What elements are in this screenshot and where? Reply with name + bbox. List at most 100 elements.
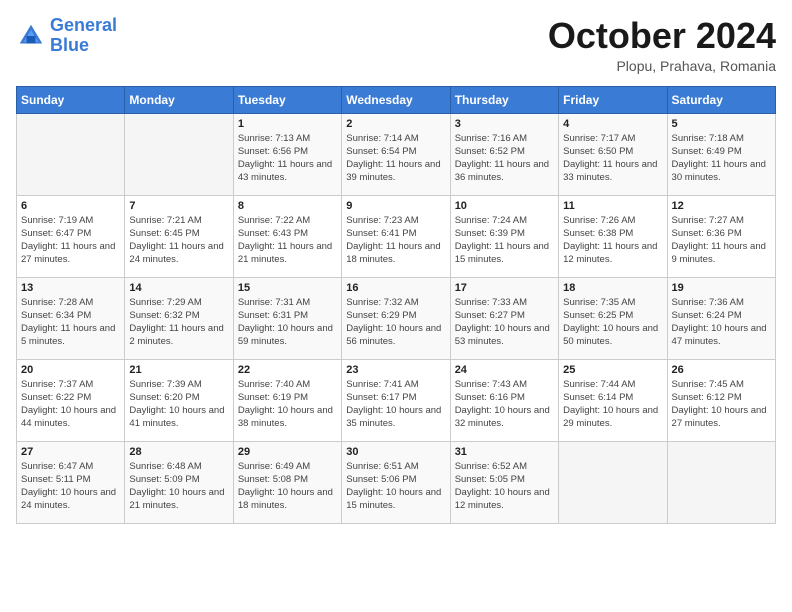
day-info: Sunrise: 7:44 AMSunset: 6:14 PMDaylight:… xyxy=(563,378,662,431)
calendar-cell: 11 Sunrise: 7:26 AMSunset: 6:38 PMDayligh… xyxy=(559,195,667,277)
day-number: 1 xyxy=(238,118,337,130)
day-info: Sunrise: 7:43 AMSunset: 6:16 PMDaylight:… xyxy=(455,378,554,431)
day-info: Sunrise: 7:31 AMSunset: 6:31 PMDaylight:… xyxy=(238,296,337,349)
calendar-week-1: 1 Sunrise: 7:13 AMSunset: 6:56 PMDaylight… xyxy=(17,113,776,195)
day-info: Sunrise: 7:29 AMSunset: 6:32 PMDaylight:… xyxy=(129,296,228,349)
day-number: 12 xyxy=(672,200,771,212)
day-number: 6 xyxy=(21,200,120,212)
calendar-cell: 18Sunrise: 7:35 AMSunset: 6:25 PMDayligh… xyxy=(559,277,667,359)
calendar-cell: 9 Sunrise: 7:23 AMSunset: 6:41 PMDaylight… xyxy=(342,195,450,277)
day-info: Sunrise: 7:26 AMSunset: 6:38 PMDaylight:… xyxy=(563,214,662,267)
day-info: Sunrise: 7:13 AMSunset: 6:56 PMDaylight:… xyxy=(238,132,337,185)
calendar-cell: 4Sunrise: 7:17 AMSunset: 6:50 PMDaylight… xyxy=(559,113,667,195)
calendar-cell: 2 Sunrise: 7:14 AMSunset: 6:54 PMDaylight… xyxy=(342,113,450,195)
calendar-cell: 26 Sunrise: 7:45 AMSunset: 6:12 PMDayligh… xyxy=(667,359,775,441)
day-info: Sunrise: 7:17 AMSunset: 6:50 PMDaylight:… xyxy=(563,132,662,185)
calendar-cell: 10 Sunrise: 7:24 AMSunset: 6:39 PMDayligh… xyxy=(450,195,558,277)
weekday-header-sunday: Sunday xyxy=(17,86,125,113)
day-info: Sunrise: 7:37 AMSunset: 6:22 PMDaylight:… xyxy=(21,378,120,431)
day-number: 17 xyxy=(455,282,554,294)
calendar-cell: 7 Sunrise: 7:21 AMSunset: 6:45 PMDaylight… xyxy=(125,195,233,277)
day-number: 28 xyxy=(129,446,228,458)
day-info: Sunrise: 7:40 AMSunset: 6:19 PMDaylight:… xyxy=(238,378,337,431)
calendar-cell: 14Sunrise: 7:29 AMSunset: 6:32 PMDayligh… xyxy=(125,277,233,359)
day-info: Sunrise: 7:14 AMSunset: 6:54 PMDaylight:… xyxy=(346,132,445,185)
day-number: 5 xyxy=(672,118,771,130)
calendar-cell: 29Sunrise: 6:49 AMSunset: 5:08 PMDayligh… xyxy=(233,441,341,523)
calendar-week-4: 20 Sunrise: 7:37 AMSunset: 6:22 PMDayligh… xyxy=(17,359,776,441)
day-number: 25 xyxy=(563,364,662,376)
day-number: 26 xyxy=(672,364,771,376)
calendar-cell: 8 Sunrise: 7:22 AMSunset: 6:43 PMDaylight… xyxy=(233,195,341,277)
page-header: General Blue October 2024 Plopu, Prahava… xyxy=(16,16,776,74)
day-number: 15 xyxy=(238,282,337,294)
day-number: 18 xyxy=(563,282,662,294)
calendar-cell: 22 Sunrise: 7:40 AMSunset: 6:19 PMDayligh… xyxy=(233,359,341,441)
day-number: 31 xyxy=(455,446,554,458)
day-number: 16 xyxy=(346,282,445,294)
day-number: 19 xyxy=(672,282,771,294)
weekday-header-thursday: Thursday xyxy=(450,86,558,113)
calendar-cell xyxy=(667,441,775,523)
calendar-cell: 27 Sunrise: 6:47 AMSunset: 5:11 PMDayligh… xyxy=(17,441,125,523)
calendar-week-5: 27 Sunrise: 6:47 AMSunset: 5:11 PMDayligh… xyxy=(17,441,776,523)
day-number: 29 xyxy=(238,446,337,458)
month-title: October 2024 xyxy=(548,16,776,56)
day-info: Sunrise: 6:51 AMSunset: 5:06 PMDaylight:… xyxy=(346,460,445,513)
day-info: Sunrise: 7:24 AMSunset: 6:39 PMDaylight:… xyxy=(455,214,554,267)
calendar-table: SundayMondayTuesdayWednesdayThursdayFrid… xyxy=(16,86,776,524)
calendar-cell: 23 Sunrise: 7:41 AMSunset: 6:17 PMDayligh… xyxy=(342,359,450,441)
day-number: 3 xyxy=(455,118,554,130)
day-number: 9 xyxy=(346,200,445,212)
calendar-cell: 25 Sunrise: 7:44 AMSunset: 6:14 PMDayligh… xyxy=(559,359,667,441)
calendar-cell: 16 Sunrise: 7:32 AMSunset: 6:29 PMDayligh… xyxy=(342,277,450,359)
weekday-header-row: SundayMondayTuesdayWednesdayThursdayFrid… xyxy=(17,86,776,113)
calendar-cell: 5 Sunrise: 7:18 AMSunset: 6:49 PMDaylight… xyxy=(667,113,775,195)
calendar-cell: 17 Sunrise: 7:33 AMSunset: 6:27 PMDayligh… xyxy=(450,277,558,359)
day-info: Sunrise: 7:19 AMSunset: 6:47 PMDaylight:… xyxy=(21,214,120,267)
calendar-cell: 13Sunrise: 7:28 AMSunset: 6:34 PMDayligh… xyxy=(17,277,125,359)
day-info: Sunrise: 7:21 AMSunset: 6:45 PMDaylight:… xyxy=(129,214,228,267)
day-number: 24 xyxy=(455,364,554,376)
day-number: 21 xyxy=(129,364,228,376)
calendar-cell xyxy=(17,113,125,195)
calendar-cell: 1 Sunrise: 7:13 AMSunset: 6:56 PMDaylight… xyxy=(233,113,341,195)
calendar-cell xyxy=(125,113,233,195)
calendar-week-3: 13Sunrise: 7:28 AMSunset: 6:34 PMDayligh… xyxy=(17,277,776,359)
day-info: Sunrise: 7:45 AMSunset: 6:12 PMDaylight:… xyxy=(672,378,771,431)
day-info: Sunrise: 7:39 AMSunset: 6:20 PMDaylight:… xyxy=(129,378,228,431)
day-info: Sunrise: 6:47 AMSunset: 5:11 PMDaylight:… xyxy=(21,460,120,513)
day-number: 13 xyxy=(21,282,120,294)
calendar-cell xyxy=(559,441,667,523)
calendar-cell: 31Sunrise: 6:52 AMSunset: 5:05 PMDayligh… xyxy=(450,441,558,523)
day-info: Sunrise: 7:32 AMSunset: 6:29 PMDaylight:… xyxy=(346,296,445,349)
weekday-header-wednesday: Wednesday xyxy=(342,86,450,113)
day-info: Sunrise: 7:27 AMSunset: 6:36 PMDaylight:… xyxy=(672,214,771,267)
calendar-cell: 30 Sunrise: 6:51 AMSunset: 5:06 PMDayligh… xyxy=(342,441,450,523)
day-info: Sunrise: 7:23 AMSunset: 6:41 PMDaylight:… xyxy=(346,214,445,267)
weekday-header-friday: Friday xyxy=(559,86,667,113)
day-number: 22 xyxy=(238,364,337,376)
day-info: Sunrise: 7:22 AMSunset: 6:43 PMDaylight:… xyxy=(238,214,337,267)
day-number: 27 xyxy=(21,446,120,458)
day-info: Sunrise: 7:18 AMSunset: 6:49 PMDaylight:… xyxy=(672,132,771,185)
day-number: 20 xyxy=(21,364,120,376)
day-number: 30 xyxy=(346,446,445,458)
day-number: 7 xyxy=(129,200,228,212)
day-number: 10 xyxy=(455,200,554,212)
day-number: 23 xyxy=(346,364,445,376)
weekday-header-saturday: Saturday xyxy=(667,86,775,113)
day-info: Sunrise: 6:48 AMSunset: 5:09 PMDaylight:… xyxy=(129,460,228,513)
weekday-header-monday: Monday xyxy=(125,86,233,113)
calendar-cell: 24 Sunrise: 7:43 AMSunset: 6:16 PMDayligh… xyxy=(450,359,558,441)
day-number: 2 xyxy=(346,118,445,130)
calendar-cell: 28 Sunrise: 6:48 AMSunset: 5:09 PMDayligh… xyxy=(125,441,233,523)
day-number: 8 xyxy=(238,200,337,212)
calendar-cell: 3Sunrise: 7:16 AMSunset: 6:52 PMDaylight… xyxy=(450,113,558,195)
calendar-cell: 6 Sunrise: 7:19 AMSunset: 6:47 PMDaylight… xyxy=(17,195,125,277)
calendar-cell: 12 Sunrise: 7:27 AMSunset: 6:36 PMDayligh… xyxy=(667,195,775,277)
day-info: Sunrise: 7:33 AMSunset: 6:27 PMDaylight:… xyxy=(455,296,554,349)
day-number: 11 xyxy=(563,200,662,212)
day-info: Sunrise: 7:41 AMSunset: 6:17 PMDaylight:… xyxy=(346,378,445,431)
day-info: Sunrise: 7:36 AMSunset: 6:24 PMDaylight:… xyxy=(672,296,771,349)
